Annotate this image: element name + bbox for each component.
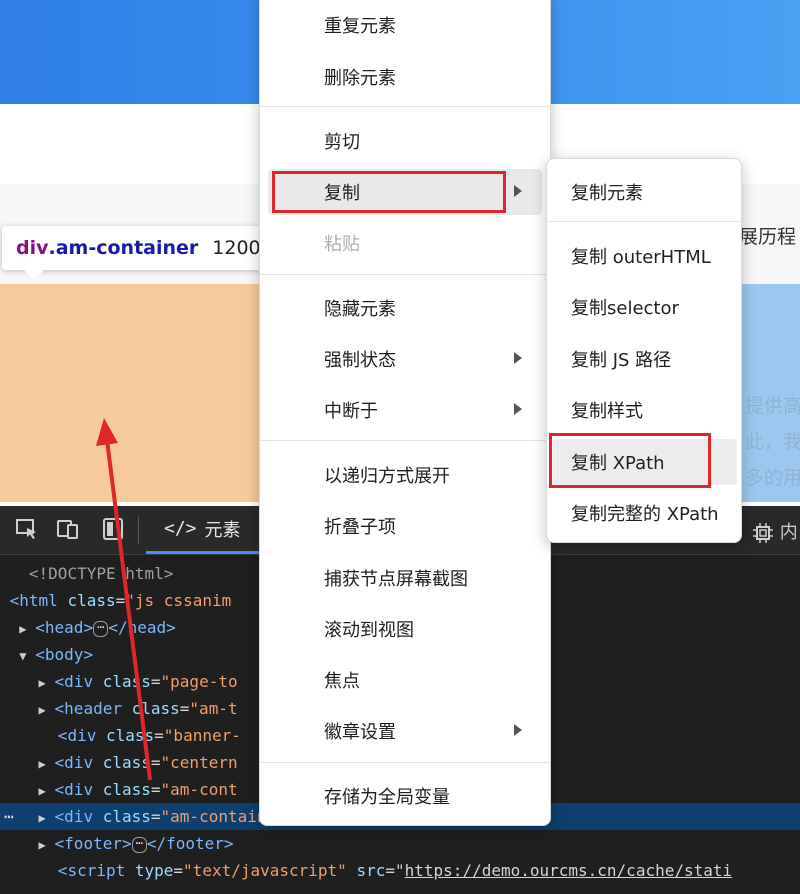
code-icon: </> [164,518,197,539]
script-src-link[interactable]: https://demo.ourcms.cn/cache/stati [405,861,733,880]
menu-item-collapse-children[interactable]: 折叠子项 [268,503,542,549]
menu-item-copy[interactable]: 复制 [268,169,542,215]
menu-item-capture-node-screenshot[interactable]: 捕获节点屏幕截图 [268,555,542,601]
expand-triangle-icon[interactable]: ▶ [39,832,55,859]
menu-item-expand-recursively[interactable]: 以递归方式展开 [268,452,542,498]
submenu-item-copy-element[interactable]: 复制元素 [553,169,737,215]
menu-item-cut[interactable]: 剪切 [268,118,542,164]
collapse-triangle-icon[interactable]: ▼ [19,643,35,670]
tooltip-tag-name: div [16,237,49,259]
submenu-arrow-icon [514,352,522,364]
page-paragraph-fragment: 提供高 此，我 多的用 [745,395,800,489]
dom-node-script[interactable]: <script type="text/javascript" src="http… [0,857,800,884]
toolbar-separator [138,516,139,544]
menu-item-paste: 粘贴 [324,234,360,255]
menu-item-badge-settings[interactable]: 徽章设置 [268,708,542,754]
menu-separator [260,440,550,441]
menu-item-scroll-into-view[interactable]: 滚动到视图 [268,606,542,652]
tab-performance[interactable]: 内 [752,518,798,544]
inspect-element-icon[interactable] [14,516,40,542]
expand-triangle-icon[interactable]: ▶ [39,697,55,724]
menu-item-break-on[interactable]: 中断于 [268,387,542,433]
menu-item-duplicate-element[interactable]: 重复元素 [268,2,542,48]
ellipsis-icon[interactable]: ⋯ [131,836,147,853]
cpu-icon [753,523,773,543]
dom-node-footer[interactable]: ▶ <footer> ⋯ </footer> [0,830,800,857]
expand-triangle-icon[interactable]: ▶ [19,616,35,643]
menu-item-focus[interactable]: 焦点 [268,657,542,703]
menu-item-hide-element[interactable]: 隐藏元素 [268,285,542,331]
sidebar-toggle-icon[interactable] [100,516,126,542]
submenu-item-copy-outerhtml[interactable]: 复制 outerHTML [553,233,737,279]
copy-submenu: 复制元素 复制 outerHTML 复制selector 复制 JS 路径 复制… [546,158,742,543]
menu-item-force-state[interactable]: 强制状态 [268,336,542,382]
submenu-arrow-icon [514,403,522,415]
expand-triangle-icon[interactable]: ▶ [39,778,55,805]
expand-triangle-icon[interactable]: ▶ [39,670,55,697]
ellipsis-icon[interactable]: ⋯ [93,620,109,637]
menu-separator [260,106,550,107]
tab-elements[interactable]: </> 元素 [146,506,259,554]
expand-triangle-icon[interactable]: ▶ [39,805,55,832]
tooltip-pointer [24,270,44,280]
device-toolbar-icon[interactable] [56,516,82,542]
more-dots-icon[interactable]: ⋯ [4,803,14,830]
expand-triangle-icon[interactable]: ▶ [39,751,55,778]
submenu-item-copy-selector[interactable]: 复制selector [553,284,737,330]
submenu-arrow-icon [514,185,522,197]
tooltip-dimensions: 1200 [212,237,261,259]
menu-item-store-as-global-variable[interactable]: 存储为全局变量 [268,773,542,819]
element-inspect-tooltip: div .am-container 1200 [2,226,275,270]
submenu-item-copy-xpath[interactable]: 复制 XPath [553,439,737,485]
context-menu: 重复元素 删除元素 剪切 复制 粘贴 隐藏元素 强制状态 中断于 以递归方式展开… [259,0,551,826]
tab-elements-label: 元素 [204,519,241,541]
submenu-separator [547,221,741,222]
submenu-item-copy-full-xpath[interactable]: 复制完整的 XPath [553,490,737,536]
menu-separator [260,274,550,275]
menu-separator [260,762,550,763]
submenu-arrow-icon [514,724,522,736]
menu-item-delete-element[interactable]: 删除元素 [268,54,542,100]
tooltip-class-name: .am-container [48,237,199,259]
tab-performance-label: 内 [779,522,798,543]
submenu-item-copy-styles[interactable]: 复制样式 [553,387,737,433]
submenu-item-copy-js-path[interactable]: 复制 JS 路径 [553,336,737,382]
